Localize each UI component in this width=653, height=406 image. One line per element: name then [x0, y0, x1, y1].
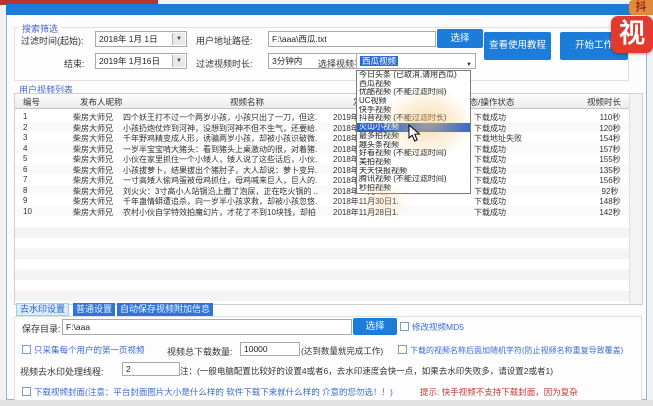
total-download-value: 10000 [244, 344, 268, 354]
dir-select-button[interactable]: 选择 [353, 318, 397, 335]
platform-option[interactable]: 美拍视频 [357, 158, 470, 167]
platform-option[interactable]: 天天快报视频 [357, 167, 470, 176]
table-row[interactable]: 8柴房大师兄刘火火：3寸高小人站锅沿上撒了泡尿，正在吃火锅的 ..2018年12… [15, 185, 629, 196]
header-id[interactable]: 编号 [23, 96, 40, 108]
path-select-button[interactable]: 选择 [437, 29, 483, 48]
platform-option[interactable]: 抖音视频 (不能过滤时长) [357, 114, 470, 123]
tab-watermark-settings[interactable]: 去水印设置 [16, 303, 69, 316]
cell-id: 7 [23, 175, 53, 184]
checkbox-icon[interactable] [22, 387, 31, 396]
tab-general-settings[interactable]: 普通设置 [73, 303, 115, 316]
table-row[interactable]: 4柴房大师兄一岁半宝宝啃大猪头：看到猪头上桌激动的很，对着猪.2018年1下载成… [15, 143, 629, 154]
end-date-label: 结束: [64, 57, 85, 70]
table-row[interactable]: 7柴房大师兄一寸高矮人偷鸡蛋被母鸡抓住，母鸡喊来巨人，巨人的.2018年1下载成… [15, 174, 629, 185]
header-author[interactable]: 发布人昵称 [80, 96, 123, 108]
total-download-note: (达到数量就完成工作) [301, 345, 383, 357]
cell-status: 下载成功 [474, 207, 569, 218]
platform-option[interactable]: 趣头条视频 [357, 141, 470, 150]
duration-value: 3分钟内 [272, 56, 302, 66]
thread-label: 视频去水印处理线程: [20, 365, 104, 378]
platform-selected-value: 西瓜视频 [360, 56, 398, 66]
table-row[interactable]: 1柴房大师兄四个妖王打不过一个两岁小孩，小孩只出了一刀，但这.2019年1下载成… [15, 111, 629, 122]
chevron-down-icon: ▼ [466, 58, 472, 69]
cell-date: 2018年11月28日1. [333, 207, 433, 218]
save-dir-value: F:\aaa [66, 322, 90, 332]
cell-id: 4 [23, 144, 53, 153]
cell-title: 农村小伙自学特效拍魔幻片，才花了不到10块钱，却拍 [123, 207, 335, 218]
cell-dur: 142秒 [585, 207, 635, 218]
user-path-input[interactable]: F:\aaa\西瓜.txt [268, 31, 436, 47]
platform-option[interactable]: 快手视频 [357, 106, 470, 115]
header-title[interactable]: 视频名称 [230, 96, 264, 108]
title-bar[interactable] [6, 4, 647, 15]
cover-checkbox-label: 下载视频封面(注意：平台封面图片大小是什么样的 软件下载下来就什么样的 介意的您… [34, 387, 393, 397]
platform-dropdown[interactable]: 今日头条 (已取消,请用西瓜)西瓜视频优酷视频 (不能过滤时间)UC视频快手视频… [356, 70, 471, 194]
platform-option[interactable]: 秒拍视频 [357, 184, 470, 193]
platform-option[interactable]: 西瓜视频 [357, 80, 470, 89]
empty-rows-area [15, 217, 629, 301]
total-download-input[interactable]: 10000 [240, 342, 300, 356]
start-date-select[interactable]: 2018年 1月 1日 ▼ [95, 31, 187, 47]
table-row[interactable]: 2柴房大师兄小孩扔炮仗炸到河神，没想到河神不但不生气，还要给.2018年1下载成… [15, 122, 629, 133]
md5-checkbox-label: 修改视频MD5 [412, 322, 464, 332]
app-window: 搜索筛选 过滤时间(起始): 2018年 1月 1日 ▼ 用户地址路径: F:\… [0, 0, 653, 406]
start-date-label: 过滤时间(起始): [21, 34, 84, 47]
cell-id: 10 [23, 207, 53, 216]
cell-id: 6 [23, 165, 53, 174]
tutorial-button[interactable]: 查看使用教程 [484, 32, 551, 60]
first-page-checkbox[interactable]: 只采集每个用户的第一页视频 [22, 344, 145, 356]
cover-checkbox[interactable]: 下载视频封面(注意：平台封面图片大小是什么样的 软件下载下来就什么样的 介意的您… [22, 386, 393, 398]
checkbox-icon[interactable] [398, 345, 407, 354]
video-table: 编号 发布人昵称 视频名称 发布时间 下载状态/操作状态 视频时长 1柴房大师兄… [14, 93, 643, 305]
logo-top-icon: 抖 [629, 0, 653, 15]
platform-option[interactable]: 最多拍视频 [357, 132, 470, 141]
platform-option[interactable]: 好看视频 (不能过滤时间) [357, 149, 470, 158]
table-row[interactable]: 9柴房大师兄千年蛊情蟒遭追杀，向一岁半小孩求救，却被小孩忽悠.2018年11月3… [15, 195, 629, 206]
start-date-value: 2018年 1月 1日 [99, 34, 158, 44]
table-row[interactable]: 10柴房大师兄农村小伙自学特效拍魔幻片，才花了不到10块钱，却拍2018年11月… [15, 206, 629, 217]
checkbox-icon[interactable] [22, 345, 31, 354]
platform-option[interactable]: 今日头条 (已取消,请用西瓜) [357, 71, 470, 80]
platform-option[interactable]: 腾讯视频 (不能过滤时间) [357, 175, 470, 184]
chevron-down-icon[interactable]: ▼ [172, 55, 185, 67]
table-row[interactable]: 3柴房大师兄千年野鸡精变成人形，诱骗两岁小孩，却被小孩识破微.2018年1下载地… [15, 132, 629, 143]
first-page-checkbox-label: 只采集每个用户的第一页视频 [34, 345, 145, 355]
header-duration[interactable]: 视频时长 [587, 96, 621, 108]
checkbox-icon[interactable] [400, 322, 409, 331]
platform-option[interactable]: 火山小视频 [357, 123, 470, 132]
end-date-select[interactable]: 2019年 1月16日 ▼ [95, 53, 187, 69]
table-scrollbar[interactable] [629, 94, 642, 304]
cell-id: 2 [23, 123, 53, 132]
thread-value: 2 [126, 364, 131, 374]
cell-id: 8 [23, 186, 53, 195]
user-path-value: F:\aaa\西瓜.txt [272, 34, 327, 44]
save-dir-input[interactable]: F:\aaa [62, 319, 352, 335]
random-suffix-checkbox[interactable]: 下载的视频名称后面加随机字符(防止视频名称重复导致覆盖) [398, 345, 623, 356]
save-dir-label: 保存目录: [22, 322, 61, 335]
thread-note: 注：(一般电脑配置比较好的设置4或者6，去水印速度会快一点，如果去水印失败多，请… [180, 365, 553, 377]
cell-id: 9 [23, 196, 53, 205]
app-logo-icon: 视 [611, 16, 653, 53]
md5-checkbox[interactable]: 修改视频MD5 [400, 321, 464, 333]
cover-tip: 提示: 快手视频不支持下载封面，因为复杂 [420, 386, 578, 398]
cell-id: 5 [23, 154, 53, 163]
cell-id: 3 [23, 133, 53, 142]
table-header: 编号 发布人昵称 视频名称 发布时间 下载状态/操作状态 视频时长 [15, 94, 630, 109]
end-date-value: 2019年 1月16日 [99, 56, 160, 66]
cell-id: 1 [23, 112, 53, 121]
table-row[interactable]: 5柴房大师兄小伙在家里抓住一个小矮人，矮人说了这些话后，小伙.2018年1下载成… [15, 153, 629, 164]
platform-option[interactable]: 优酷视频 (不能过滤时间) [357, 88, 470, 97]
random-suffix-label: 下载的视频名称后面加随机字符(防止视频名称重复导致覆盖) [410, 346, 623, 355]
thread-input[interactable]: 2 [122, 362, 180, 376]
path-label: 用户地址路径: [196, 34, 253, 47]
tab-auto-save-info[interactable]: 自动保存视频附加信息 [117, 303, 213, 316]
platform-option[interactable]: UC视频 [357, 97, 470, 106]
table-row[interactable]: 6柴房大师兄小孩拔萝卜，结果拔出个猪肘子，大人却说：萝卜变异.2018年1下载成… [15, 164, 629, 175]
duration-filter-label: 过滤视频时长: [196, 57, 253, 70]
total-download-label: 视频总下载数量: [167, 345, 233, 358]
platform-combo[interactable]: 西瓜视频 ▼ [356, 53, 476, 69]
chevron-down-icon[interactable]: ▼ [172, 33, 185, 45]
